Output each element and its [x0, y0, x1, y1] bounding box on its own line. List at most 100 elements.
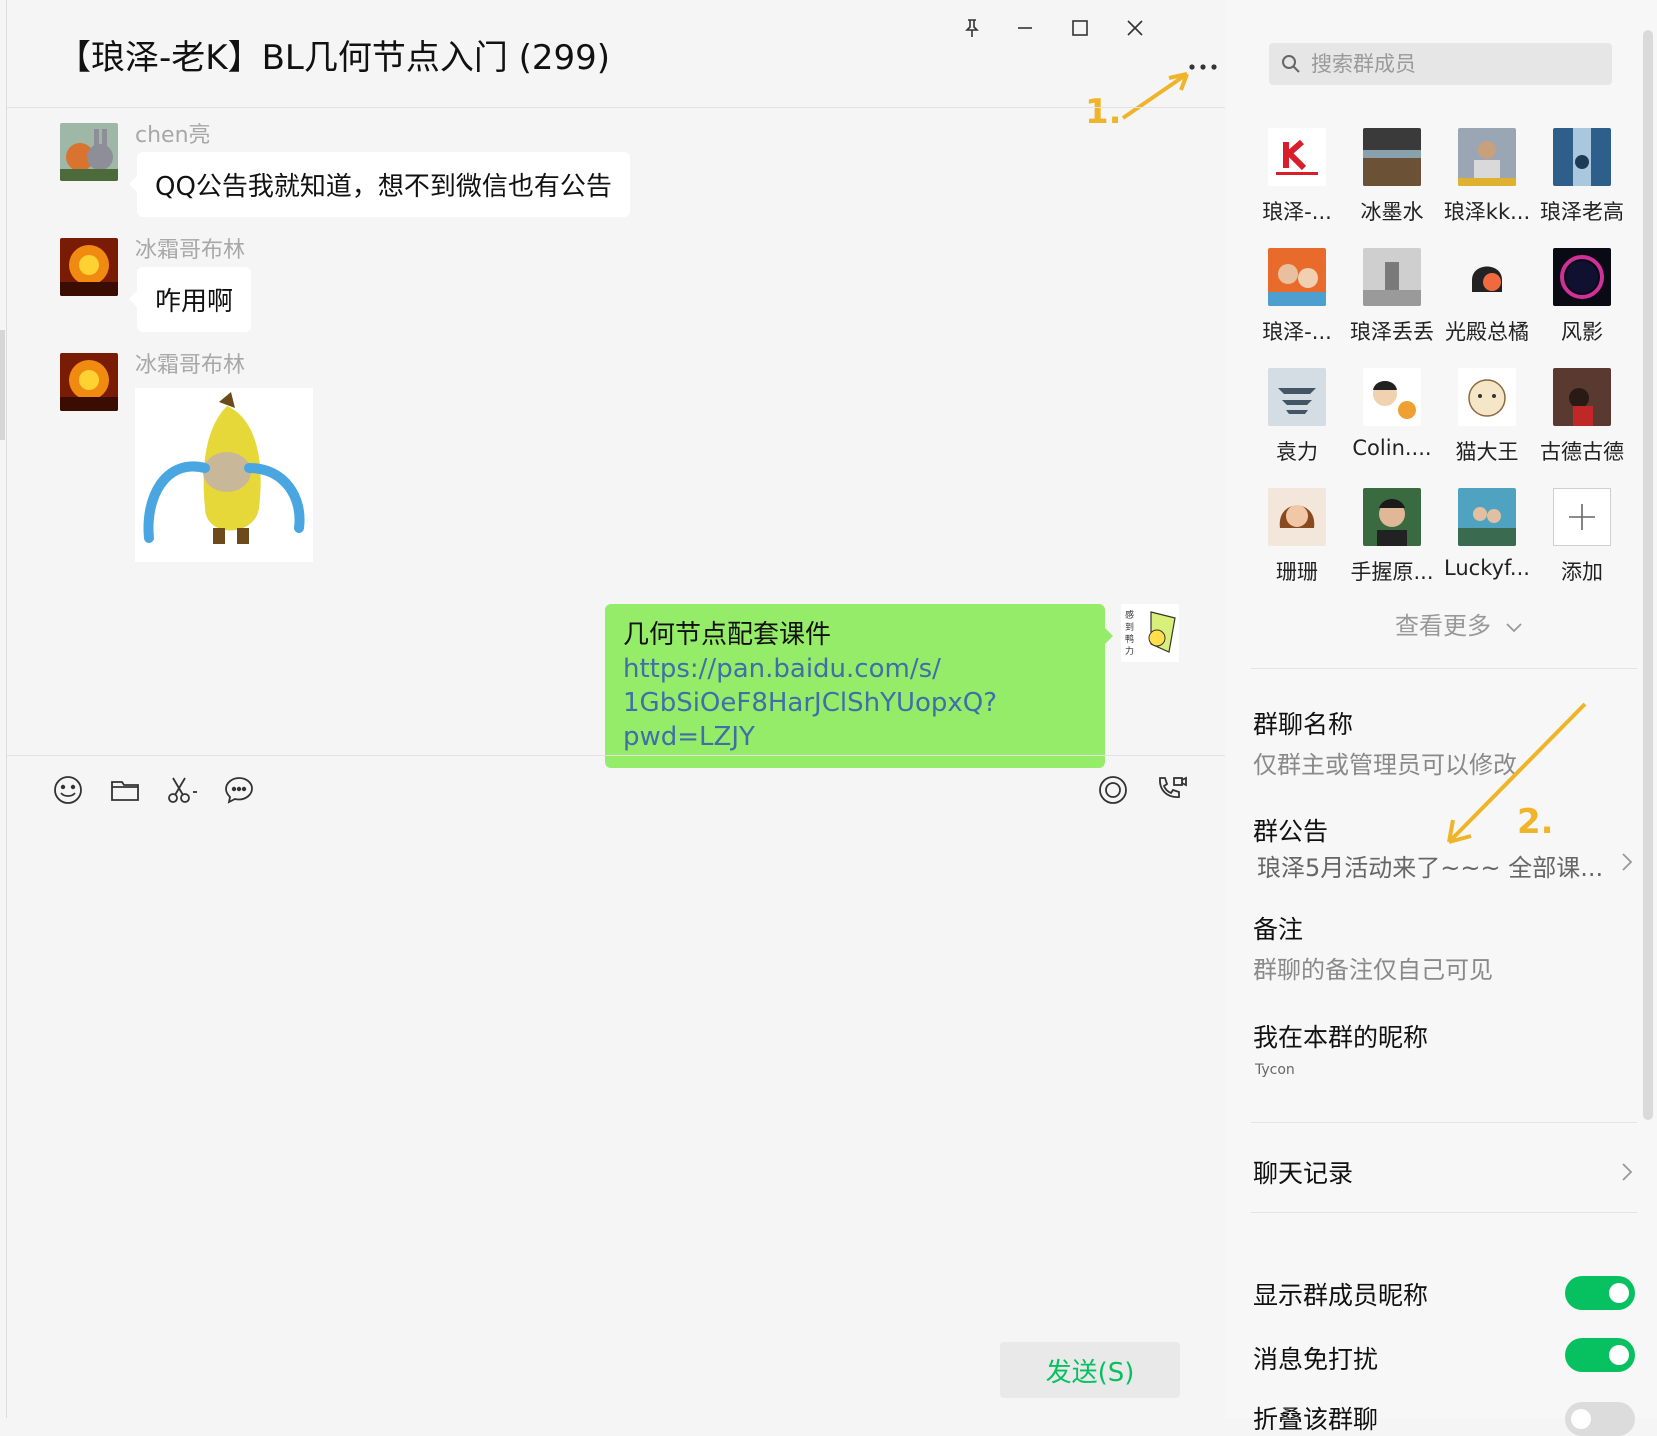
fire-avatar-icon [60, 353, 118, 411]
member-item[interactable]: 冰墨水 [1344, 128, 1440, 226]
woman-portrait-avatar-icon [1268, 488, 1326, 546]
message-sender: chen亮 [135, 123, 211, 148]
eclipse-avatar-icon [1553, 248, 1611, 306]
message-link[interactable]: 1GbSiOeF8HarJClShYUopxQ?pwd=LZJY [623, 686, 1087, 754]
member-search-box[interactable] [1269, 43, 1612, 85]
emoji-button[interactable] [50, 772, 86, 808]
my-message-text: 几何节点配套课件 [623, 620, 832, 650]
call-button[interactable] [1153, 772, 1189, 808]
member-name: 猫大王 [1455, 440, 1519, 464]
member-item[interactable]: Luckyf... [1439, 488, 1535, 580]
close-icon [1127, 20, 1143, 36]
group-photo-avatar-icon [1268, 248, 1326, 306]
remark-label: 备注 [1253, 915, 1304, 944]
member-name: Luckyf... [1444, 556, 1530, 580]
close-button[interactable] [1115, 8, 1155, 48]
member-item[interactable]: Colin.... [1344, 368, 1440, 460]
member-item[interactable]: 琅泽丢丢 [1344, 248, 1440, 346]
minimize-button[interactable] [1005, 8, 1045, 48]
member-name: 袁力 [1276, 440, 1318, 464]
chat-history-label[interactable]: 聊天记录 [1253, 1154, 1353, 1190]
chat-pane: 【琅泽-老K】BL几何节点入门 (299) 1. chen亮 QQ公告我就知道，… [6, 0, 1226, 1418]
pin-button[interactable] [952, 8, 992, 48]
notice-text[interactable]: 琅泽5月活动来了~~~ 全部课... [1257, 848, 1603, 883]
add-member-label: 添加 [1561, 560, 1603, 584]
message-bubble[interactable]: QQ公告我就知道，想不到微信也有公告 [129, 152, 630, 217]
pin-icon [965, 19, 979, 37]
member-name: 琅泽老高 [1540, 200, 1624, 224]
chat-title: 【琅泽-老K】BL几何节点入门 (299) [57, 38, 611, 78]
folder-icon [111, 781, 139, 801]
kfang-logo-avatar-icon [1268, 128, 1326, 186]
crying-banana-sticker-icon [135, 388, 313, 562]
member-item[interactable]: 琅泽老高 [1534, 128, 1630, 226]
sticker-image[interactable] [135, 388, 313, 562]
avatar[interactable] [60, 238, 118, 296]
my-nickname-label: 我在本群的昵称 [1253, 1023, 1429, 1052]
section-divider [1251, 1122, 1637, 1123]
chevron-right-icon[interactable] [1617, 1162, 1637, 1182]
member-search-input[interactable] [1311, 52, 1581, 76]
my-message-bubble[interactable]: 几何节点配套课件 https://pan.baidu.com/s/ 1GbSiO… [605, 604, 1113, 768]
member-item[interactable]: 袁力 [1249, 368, 1345, 466]
message-sender: 冰霜哥布林 [135, 238, 246, 263]
avatar[interactable] [60, 353, 118, 411]
mute-label: 消息免打扰 [1253, 1345, 1379, 1374]
mute-toggle[interactable] [1565, 1338, 1635, 1372]
side-scrollbar[interactable] [1643, 30, 1653, 1120]
fire-avatar-icon [60, 238, 118, 296]
member-item[interactable]: 琅泽-... [1249, 248, 1345, 346]
add-member-button[interactable]: 添加 [1534, 488, 1630, 586]
message-sender: 冰霜哥布林 [135, 353, 246, 378]
screenshot-button[interactable] [164, 772, 200, 808]
file-button[interactable] [107, 772, 143, 808]
maximize-button[interactable] [1060, 8, 1100, 48]
member-name: 珊珊 [1276, 560, 1318, 584]
smiley-icon [54, 776, 82, 804]
member-item[interactable]: 琅泽-... [1249, 128, 1345, 226]
send-button[interactable]: 发送(S) [1000, 1342, 1180, 1398]
member-name: 琅泽-... [1262, 200, 1332, 224]
remark-hint[interactable]: 群聊的备注仅自己可见 [1253, 950, 1493, 985]
member-item[interactable]: 光殿总橘 [1439, 248, 1535, 346]
person-photo-avatar-icon [1458, 128, 1516, 186]
member-name: Colin.... [1352, 436, 1432, 460]
svg-text:力: 力 [1125, 645, 1134, 657]
phone-video-icon [1159, 776, 1187, 798]
live-circle-icon [1099, 776, 1127, 804]
section-divider [1251, 1212, 1637, 1213]
message-link[interactable]: https://pan.baidu.com/s/ [623, 652, 1087, 686]
search-icon [1282, 55, 1300, 73]
group-name-label: 群聊名称 [1253, 710, 1354, 739]
chevron-right-icon[interactable] [1617, 852, 1637, 872]
compose-divider [7, 755, 1225, 756]
cartoon-man-cat-avatar-icon [1363, 368, 1421, 426]
see-more-button[interactable]: 查看更多 [1395, 606, 1523, 641]
member-name: 琅泽kk... [1443, 200, 1531, 224]
plus-icon [1569, 504, 1595, 530]
message-bubble[interactable]: 咋用啊 [128, 267, 252, 332]
minimize-icon [1018, 27, 1032, 29]
member-name: 古德古德 [1540, 440, 1624, 464]
my-nickname-value[interactable]: Tycon [1255, 1062, 1295, 1078]
member-item[interactable]: 猫大王 [1439, 368, 1535, 466]
show-nickname-label: 显示群成员昵称 [1253, 1281, 1429, 1310]
my-avatar[interactable]: 感 到 鸭 力 [1121, 604, 1179, 662]
member-item[interactable]: 风影 [1534, 248, 1630, 346]
member-item[interactable]: 手握原... [1344, 488, 1440, 586]
fold-chat-toggle[interactable] [1565, 1402, 1635, 1436]
live-button[interactable] [1095, 772, 1131, 808]
member-item[interactable]: 琅泽kk... [1439, 128, 1535, 226]
member-name: 光殿总橘 [1445, 320, 1529, 344]
scissors-icon [168, 777, 197, 803]
member-item[interactable]: 古德古德 [1534, 368, 1630, 466]
avatar[interactable] [60, 123, 118, 181]
chat-history-button[interactable] [221, 772, 257, 808]
see-more-label: 查看更多 [1395, 612, 1491, 640]
boy-portrait-avatar-icon [1363, 488, 1421, 546]
member-item[interactable]: 珊珊 [1249, 488, 1345, 586]
show-nickname-toggle[interactable] [1565, 1276, 1635, 1310]
section-divider [1251, 668, 1637, 669]
duck-sticker-avatar-icon: 感 到 鸭 力 [1121, 604, 1179, 662]
dark-photo-avatar-icon [1553, 368, 1611, 426]
